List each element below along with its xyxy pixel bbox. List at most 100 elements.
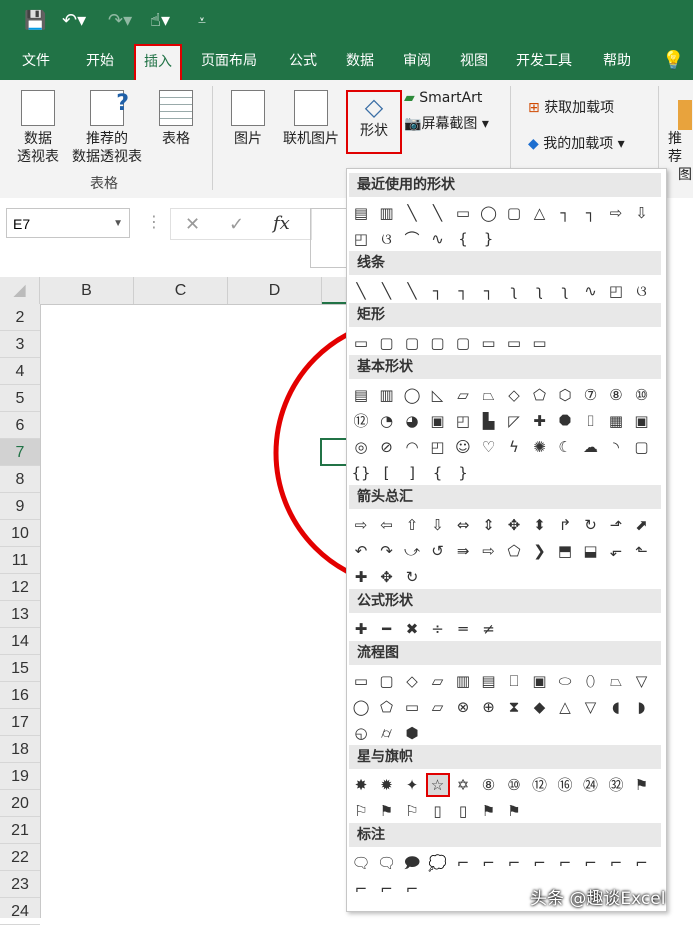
row-header[interactable]: 17: [0, 709, 40, 736]
shape-item-callouts[interactable]: ⌐: [504, 853, 524, 873]
shape-item-stars[interactable]: ⚐: [351, 801, 371, 821]
shape-item-basic[interactable]: ◰: [428, 437, 448, 457]
shape-item-callouts[interactable]: ⌐: [606, 853, 626, 873]
tab-view[interactable]: 视图: [460, 42, 488, 80]
row-header[interactable]: 19: [0, 763, 40, 790]
shape-item-rects[interactable]: ▢: [428, 333, 448, 353]
shape-item-flow[interactable]: ◵: [351, 723, 371, 743]
shape-item-stars[interactable]: ⑩: [504, 775, 524, 795]
shape-item-callouts[interactable]: ⌐: [453, 853, 473, 873]
tab-insert[interactable]: 插入: [134, 44, 182, 82]
shape-item-stars[interactable]: ⚑: [632, 775, 652, 795]
get-addins-button[interactable]: ⊞ 获取加载项: [528, 98, 614, 118]
shape-item-basic[interactable]: {: [428, 463, 448, 483]
shape-item-callouts[interactable]: 🗩: [402, 853, 422, 873]
row-header[interactable]: 15: [0, 655, 40, 682]
shape-item-lines[interactable]: ʅ: [530, 281, 550, 301]
shape-item-stars[interactable]: ✹: [377, 775, 397, 795]
row-header[interactable]: 16: [0, 682, 40, 709]
shape-item-recent[interactable]: ╲: [402, 203, 422, 223]
shape-item-arrows[interactable]: ↱: [555, 515, 575, 535]
touch-mode-icon[interactable]: ☝▾: [150, 6, 170, 34]
shape-item-recent[interactable]: ▥: [377, 203, 397, 223]
shape-item-lines[interactable]: ╲: [377, 281, 397, 301]
shape-item-flow[interactable]: ▢: [377, 671, 397, 691]
shape-item-lines[interactable]: ┐: [428, 281, 448, 301]
shape-item-arrows[interactable]: ⬐: [606, 541, 626, 561]
shape-item-rects[interactable]: ▢: [402, 333, 422, 353]
pivot-table-button[interactable]: 数据 透视表: [10, 90, 66, 166]
shape-item-callouts[interactable]: ⌐: [632, 853, 652, 873]
shape-item-arrows[interactable]: ⬓: [581, 541, 601, 561]
shape-item-recent[interactable]: }: [479, 229, 499, 249]
shape-item-callouts[interactable]: ⌐: [351, 879, 371, 899]
shape-item-arrows[interactable]: ⇦: [377, 515, 397, 535]
shape-item-lines[interactable]: ʅ: [555, 281, 575, 301]
shape-item-stars[interactable]: ⑫: [530, 775, 550, 795]
tab-home[interactable]: 开始: [86, 42, 114, 80]
shape-item-basic[interactable]: ✺: [530, 437, 550, 457]
shape-item-basic[interactable]: ▥: [377, 385, 397, 405]
shape-item-basic[interactable]: ◕: [402, 411, 422, 431]
shape-item-callouts[interactable]: ⌐: [402, 879, 422, 899]
shape-item-basic[interactable]: ☾: [555, 437, 575, 457]
shape-item-callouts[interactable]: 💭: [428, 853, 448, 873]
shape-item-equation[interactable]: ✚: [351, 619, 371, 639]
shape-item-basic[interactable]: ⯃: [555, 411, 575, 431]
row-header[interactable]: 5: [0, 385, 40, 412]
shape-item-flow[interactable]: ▣: [530, 671, 550, 691]
shape-item-basic[interactable]: ◔: [377, 411, 397, 431]
shape-item-callouts[interactable]: ⌐: [530, 853, 550, 873]
undo-icon[interactable]: ↶▾: [62, 6, 86, 34]
column-header[interactable]: C: [134, 277, 228, 304]
shape-item-basic[interactable]: ⊘: [377, 437, 397, 457]
shape-item-basic[interactable]: ▤: [351, 385, 371, 405]
shape-item-basic[interactable]: ⑫: [351, 411, 371, 431]
shape-item-flow[interactable]: ⬭: [555, 671, 575, 691]
shape-item-stars[interactable]: ⑧: [479, 775, 499, 795]
tab-page-layout[interactable]: 页面布局: [201, 42, 257, 80]
shape-item-recent[interactable]: {: [453, 229, 473, 249]
shape-item-arrows[interactable]: ⇔: [453, 515, 473, 535]
shape-item-arrows[interactable]: ⇛: [453, 541, 473, 561]
shape-item-basic[interactable]: ⑩: [632, 385, 652, 405]
shape-item-flow[interactable]: ◯: [351, 697, 371, 717]
row-header[interactable]: 14: [0, 628, 40, 655]
formula-input[interactable]: [310, 208, 347, 268]
shape-item-rects[interactable]: ▭: [351, 333, 371, 353]
shape-item-recent[interactable]: ଓ: [377, 229, 397, 249]
shape-item-rects[interactable]: ▢: [453, 333, 473, 353]
shape-item-flow[interactable]: ⊕: [479, 697, 499, 717]
shape-item-callouts[interactable]: ⌐: [581, 853, 601, 873]
shape-item-basic[interactable]: ▙: [479, 411, 499, 431]
name-box[interactable]: E7 ▼: [6, 208, 130, 238]
shape-item-arrows[interactable]: ↻: [402, 567, 422, 587]
tab-formulas[interactable]: 公式: [289, 42, 317, 80]
smartart-button[interactable]: ▰ SmartArt: [404, 88, 482, 108]
row-header[interactable]: 20: [0, 790, 40, 817]
shape-item-arrows[interactable]: ↺: [428, 541, 448, 561]
shape-item-callouts[interactable]: 🗨: [351, 853, 371, 873]
picture-button[interactable]: 图片: [226, 90, 270, 148]
shape-item-recent[interactable]: ⌒: [402, 229, 422, 249]
row-header[interactable]: 11: [0, 547, 40, 574]
shape-item-basic[interactable]: {}: [351, 463, 371, 483]
shape-item-basic[interactable]: ◠: [402, 437, 422, 457]
column-header-e[interactable]: [322, 277, 346, 304]
shape-item-lines[interactable]: ଓ: [632, 281, 652, 301]
shape-item-basic[interactable]: ▣: [428, 411, 448, 431]
customize-qat-icon[interactable]: ⩡: [198, 6, 206, 34]
column-header[interactable]: B: [40, 277, 134, 304]
shape-item-arrows[interactable]: ⬍: [530, 515, 550, 535]
shape-item-basic[interactable]: ☺: [453, 437, 473, 457]
row-header[interactable]: 9: [0, 493, 40, 520]
row-header[interactable]: 24: [0, 898, 40, 925]
row-header[interactable]: 3: [0, 331, 40, 358]
shape-item-recent[interactable]: △: [530, 203, 550, 223]
shape-item-arrows[interactable]: ⬒: [555, 541, 575, 561]
shape-item-flow[interactable]: ◆: [530, 697, 550, 717]
shape-item-recent[interactable]: ◯: [479, 203, 499, 223]
fx-button[interactable]: fx: [273, 209, 290, 239]
shape-item-flow[interactable]: ◇: [402, 671, 422, 691]
shape-item-callouts[interactable]: ⌐: [479, 853, 499, 873]
